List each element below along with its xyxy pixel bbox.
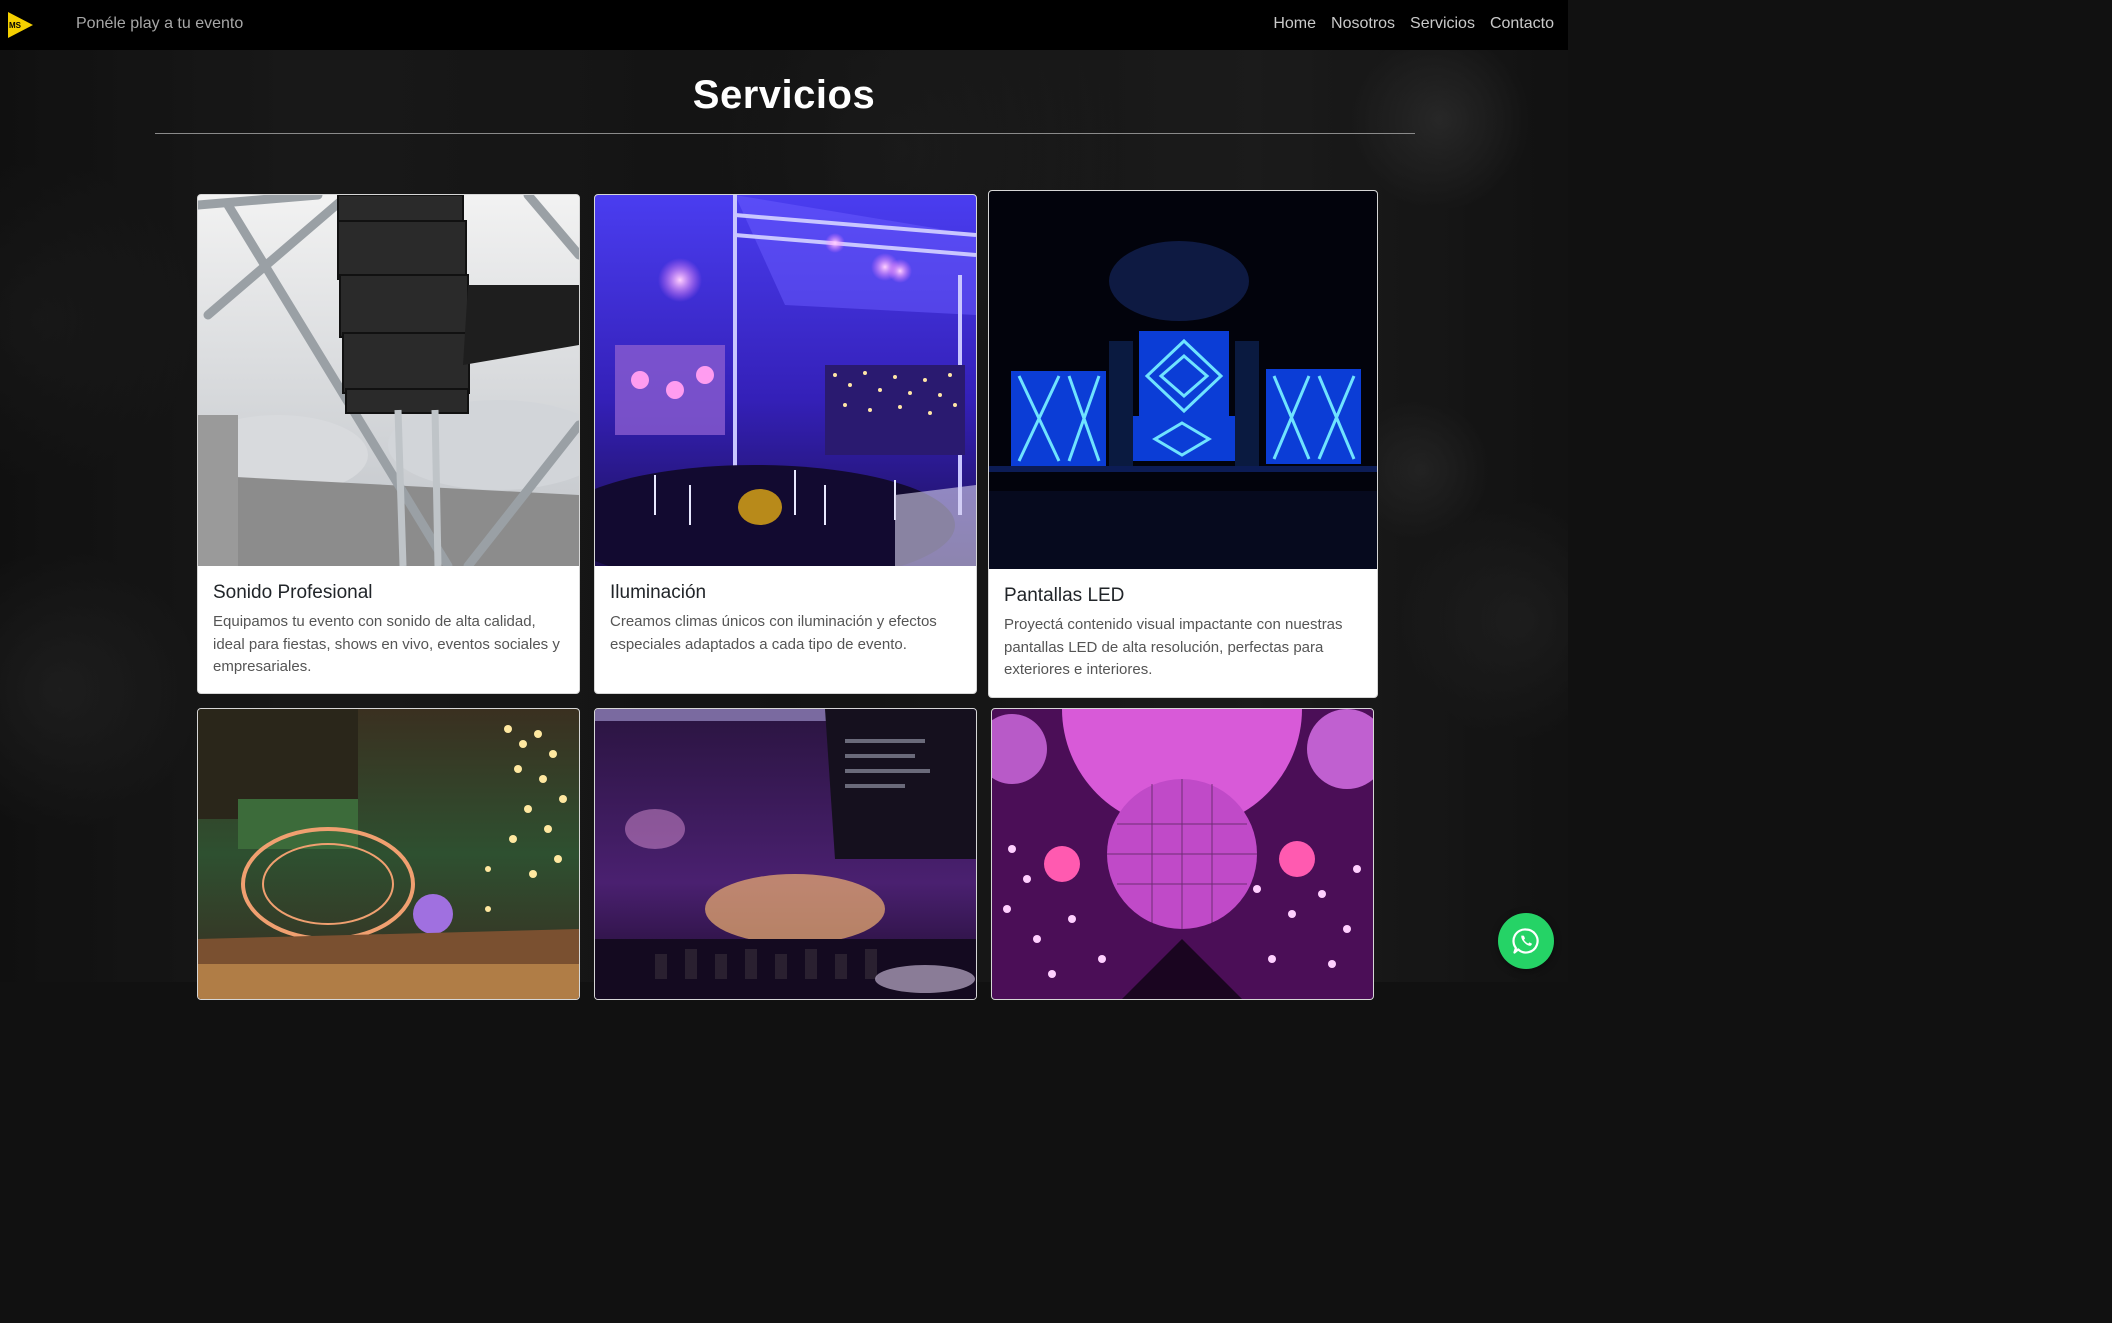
nav-link-servicios[interactable]: Servicios — [1410, 15, 1475, 33]
brand-logo[interactable]: MS — [6, 11, 34, 39]
card-title: Iluminación — [610, 582, 707, 603]
card-body: Iluminación Creamos climas únicos con il… — [610, 582, 961, 656]
nav-link-contacto[interactable]: Contacto — [1490, 15, 1554, 33]
card-title: Pantallas LED — [1004, 585, 1125, 606]
service-card-ambientacion[interactable] — [197, 708, 580, 1000]
card-body: Sonido Profesional Equipamos tu evento c… — [213, 582, 564, 679]
disco-ball-photo — [992, 709, 1373, 999]
navbar: MS Ponéle play a tu evento Home Nosotros… — [0, 0, 1568, 50]
dj-mixer-photo — [595, 709, 976, 999]
play-triangle-logo-icon: MS — [8, 12, 33, 38]
card-title: Sonido Profesional — [213, 582, 373, 603]
card-text: Creamos climas únicos con iluminación y … — [610, 613, 937, 653]
sound-photo — [198, 195, 579, 566]
card-body: Pantallas LED Proyectá contenido visual … — [1004, 585, 1362, 682]
section-title: Servicios — [692, 73, 876, 117]
service-card-efectos[interactable] — [991, 708, 1374, 1000]
whatsapp-icon — [1512, 928, 1539, 954]
card-text: Equipamos tu evento con sonido de alta c… — [213, 613, 560, 675]
brand-tagline: Ponéle play a tu evento — [76, 15, 244, 32]
svg-text:MS: MS — [9, 21, 22, 30]
nav-link-nosotros[interactable]: Nosotros — [1331, 15, 1395, 33]
title-divider — [155, 133, 1415, 134]
service-card-iluminacion[interactable]: Iluminación Creamos climas únicos con il… — [594, 194, 977, 694]
led-screens-photo — [989, 191, 1377, 569]
nav-links: Home Nosotros Servicios Contacto — [1273, 15, 1554, 33]
whatsapp-button[interactable] — [1498, 913, 1554, 969]
service-card-pantallas-led[interactable]: Pantallas LED Proyectá contenido visual … — [988, 190, 1378, 698]
service-card-dj[interactable] — [594, 708, 977, 1000]
nav-link-home[interactable]: Home — [1273, 15, 1316, 33]
garden-lounge-photo — [198, 709, 579, 999]
lighting-photo — [595, 195, 976, 566]
card-text: Proyectá contenido visual impactante con… — [1004, 616, 1343, 678]
service-card-sonido[interactable]: Sonido Profesional Equipamos tu evento c… — [197, 194, 580, 694]
